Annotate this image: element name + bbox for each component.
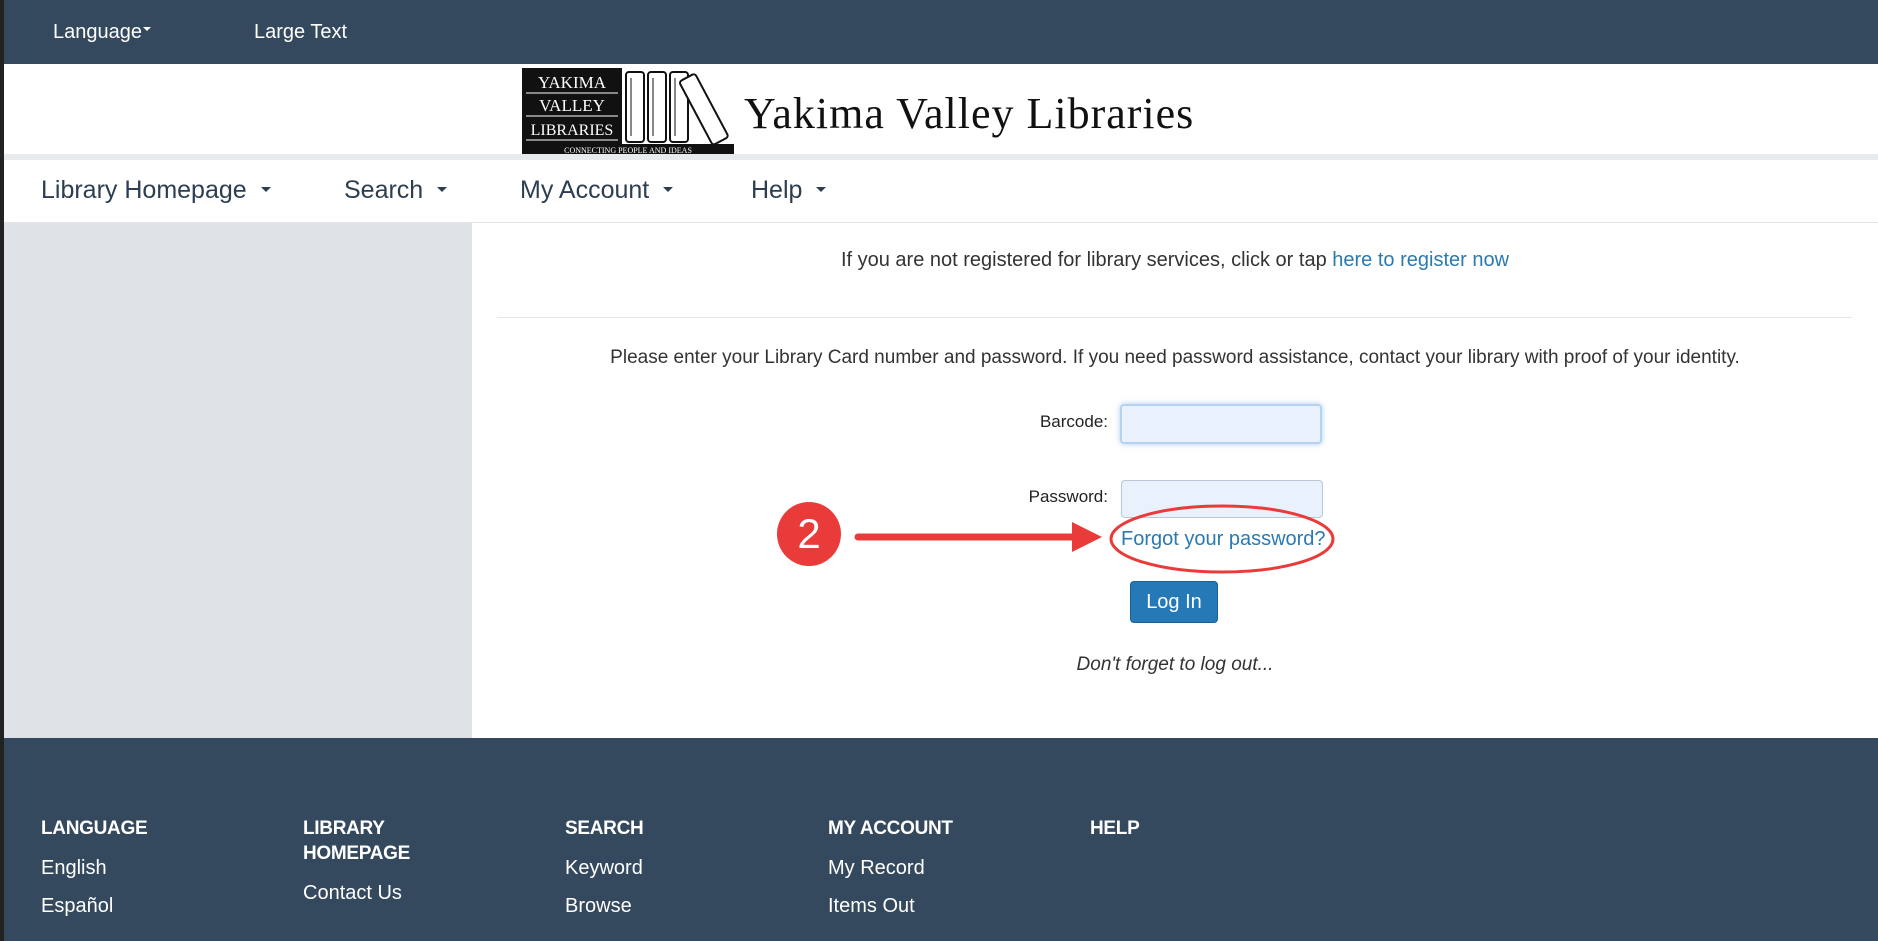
footer-link-my-record[interactable]: My Record — [828, 855, 1058, 881]
large-text-toggle[interactable]: Large Text — [254, 21, 347, 44]
footer-heading: SEARCH — [565, 818, 644, 839]
login-instructions: Please enter your Library Card number an… — [610, 347, 1740, 368]
nav-search[interactable]: Search — [344, 176, 448, 205]
footer-link-keyword[interactable]: Keyword — [565, 855, 795, 881]
footer-heading: LIBRARY HOMEPAGE — [303, 818, 411, 864]
footer-heading: MY ACCOUNT — [828, 818, 953, 839]
main-navigation: Library Homepage Search My Account Help — [4, 160, 1878, 223]
footer-column-my-account: MY ACCOUNT My Record Items Out — [828, 816, 1058, 919]
footer-column-language: LANGUAGE English Español — [41, 816, 271, 919]
nav-label: Search — [344, 176, 424, 204]
footer-column-search: SEARCH Keyword Browse — [565, 816, 795, 919]
nav-library-homepage[interactable]: Library Homepage — [41, 176, 271, 205]
log-in-button[interactable]: Log In — [1130, 581, 1218, 623]
register-link[interactable]: here to register now — [1332, 249, 1509, 271]
site-footer: LANGUAGE English Español LIBRARY HOMEPAG… — [4, 738, 1878, 941]
footer-link-english[interactable]: English — [41, 855, 271, 881]
barcode-input[interactable] — [1120, 404, 1322, 444]
chevron-down-icon — [663, 186, 674, 192]
footer-link-items-out[interactable]: Items Out — [828, 893, 1058, 919]
logo-word-2: VALLEY — [539, 96, 605, 115]
register-prompt: If you are not registered for library se… — [472, 249, 1878, 272]
barcode-label: Barcode: — [1039, 412, 1108, 431]
password-label: Password: — [1028, 487, 1108, 506]
logo-word-1: YAKIMA — [538, 73, 607, 92]
login-content: If you are not registered for library se… — [472, 223, 1878, 738]
footer-column-library-homepage: LIBRARY HOMEPAGE Contact Us — [303, 816, 453, 906]
logo-word-3: LIBRARIES — [531, 122, 614, 139]
library-name: Yakima Valley Libraries — [744, 89, 1195, 138]
chevron-down-icon — [260, 186, 271, 192]
left-sidebar — [4, 223, 472, 738]
language-label: Language — [53, 21, 142, 43]
nav-label: My Account — [520, 176, 650, 204]
step-number-badge: 2 — [777, 502, 841, 566]
nav-label: Library Homepage — [41, 176, 247, 204]
nav-label: Help — [751, 176, 803, 204]
library-logo[interactable]: YAKIMA VALLEY LIBRARIES CONNECTING PEOPL… — [522, 68, 734, 156]
forgot-password-link[interactable]: Forgot your password? — [1121, 528, 1326, 551]
chevron-down-icon — [142, 26, 151, 31]
logout-reminder: Don't forget to log out... — [1076, 654, 1274, 675]
nav-my-account[interactable]: My Account — [520, 176, 674, 205]
footer-heading: HELP — [1090, 818, 1140, 839]
nav-help[interactable]: Help — [751, 176, 827, 205]
language-dropdown[interactable]: Language — [53, 21, 151, 44]
chevron-down-icon — [816, 186, 827, 192]
footer-heading: LANGUAGE — [41, 818, 148, 839]
footer-link-espanol[interactable]: Español — [41, 893, 271, 919]
content-divider — [497, 317, 1852, 318]
footer-link-contact-us[interactable]: Contact Us — [303, 880, 453, 906]
top-utility-bar: Language Large Text — [4, 0, 1878, 64]
register-text: If you are not registered for library se… — [840, 249, 1333, 271]
footer-column-help: HELP — [1090, 816, 1320, 841]
chevron-down-icon — [437, 186, 448, 192]
footer-link-browse[interactable]: Browse — [565, 893, 795, 919]
password-input[interactable] — [1121, 480, 1323, 518]
